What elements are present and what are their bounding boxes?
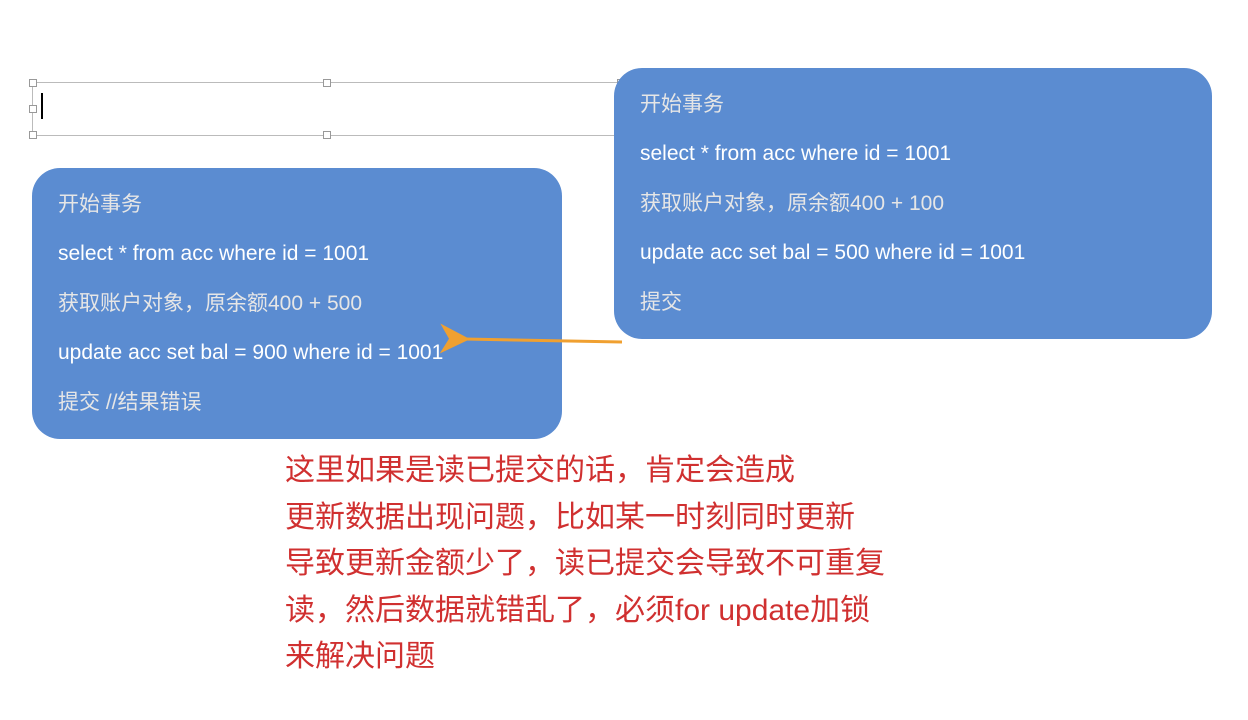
transaction-box-right[interactable]: 开始事务 select * from acc where id = 1001 获… xyxy=(614,68,1212,339)
note-line: 读，然后数据就错乱了，必须for update加锁 xyxy=(285,588,885,635)
tx-select-stmt: select * from acc where id = 1001 xyxy=(640,139,1186,168)
tx-commit-label: 提交 //结果错误 xyxy=(58,388,536,417)
annotation-notes: 这里如果是读已提交的话，肯定会造成 更新数据出现问题，比如某一时刻同时更新 导致… xyxy=(285,448,885,681)
tx-update-stmt: update acc set bal = 900 where id = 1001 xyxy=(58,338,536,367)
resize-handle[interactable] xyxy=(323,131,331,139)
resize-handle[interactable] xyxy=(29,105,37,113)
selected-textbox[interactable] xyxy=(32,82,622,136)
resize-handle[interactable] xyxy=(29,79,37,87)
tx-select-stmt: select * from acc where id = 1001 xyxy=(58,239,536,268)
text-cursor xyxy=(41,93,43,119)
tx-begin-label: 开始事务 xyxy=(640,90,1186,119)
note-line: 导致更新金额少了，读已提交会导致不可重复 xyxy=(285,541,885,588)
note-line: 来解决问题 xyxy=(285,634,885,681)
note-line: 更新数据出现问题，比如某一时刻同时更新 xyxy=(285,495,885,542)
tx-update-stmt: update acc set bal = 500 where id = 1001 xyxy=(640,238,1186,267)
tx-fetch-label: 获取账户对象，原余额400 + 500 xyxy=(58,289,536,318)
resize-handle[interactable] xyxy=(29,131,37,139)
tx-commit-label: 提交 xyxy=(640,288,1186,317)
transaction-box-left[interactable]: 开始事务 select * from acc where id = 1001 获… xyxy=(32,168,562,439)
resize-handle[interactable] xyxy=(323,79,331,87)
tx-begin-label: 开始事务 xyxy=(58,190,536,219)
tx-fetch-label: 获取账户对象，原余额400 + 100 xyxy=(640,189,1186,218)
note-line: 这里如果是读已提交的话，肯定会造成 xyxy=(285,448,885,495)
